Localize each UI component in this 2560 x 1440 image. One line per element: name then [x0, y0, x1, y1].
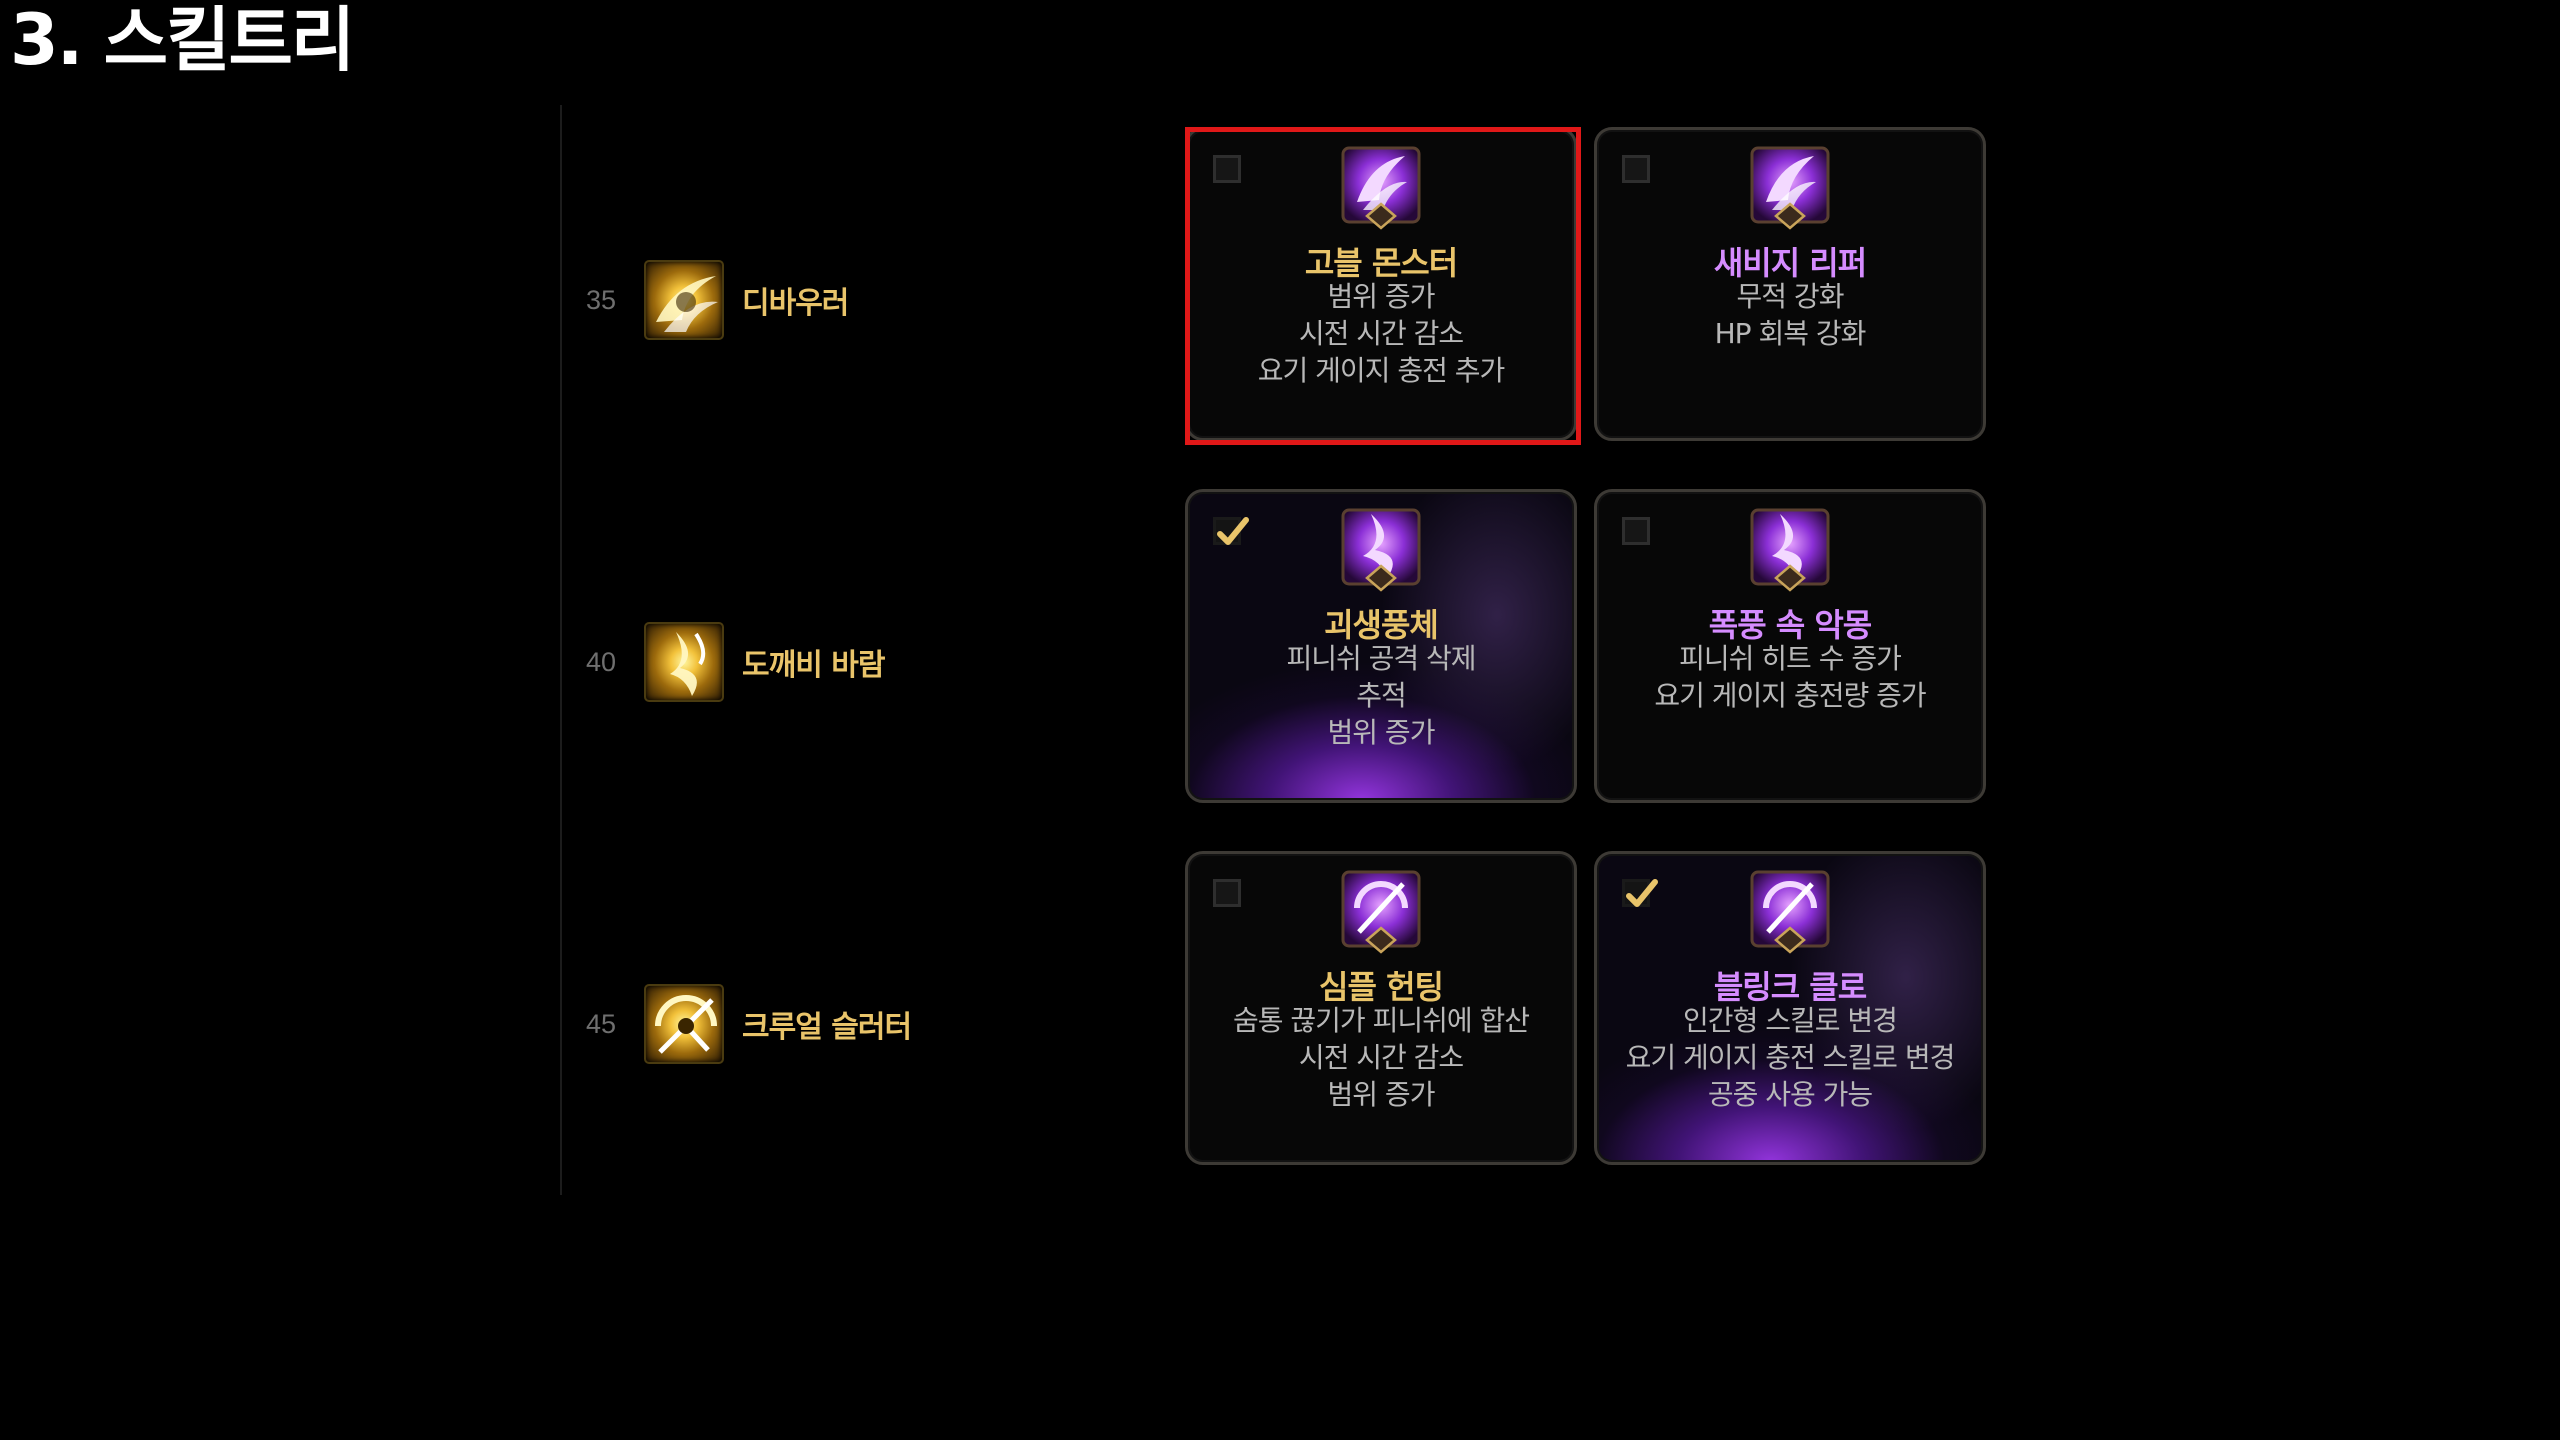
tripod-desc-line: 범위 증가: [1327, 280, 1436, 313]
tripod-description: 피니쉬 공격 삭제추적범위 증가: [1188, 640, 1574, 751]
tripod-icon: [1750, 870, 1830, 954]
tripod-checkbox[interactable]: [1622, 517, 1650, 545]
tripod-icon: [1750, 508, 1830, 592]
tripod-checkbox[interactable]: [1213, 517, 1249, 545]
tripod-desc-line: 시전 시간 감소: [1298, 1041, 1464, 1074]
tripod-checkbox[interactable]: [1213, 879, 1241, 907]
skill-name[interactable]: 디바우러: [742, 278, 849, 322]
tripod-desc-line: 요기 게이지 충전 추가: [1257, 354, 1506, 387]
tripod-desc-line: 공중 사용 가능: [1707, 1078, 1873, 1111]
skill-level: 35: [586, 284, 617, 315]
skill-row: 45 크루얼 슬러터: [586, 982, 912, 1066]
tripod-description: 피니쉬 히트 수 증가요기 게이지 충전량 증가: [1597, 640, 1983, 714]
page-title: 3. 스킬트리: [10, 0, 355, 81]
skill-row: 40 도깨비 바람: [586, 620, 885, 704]
skill-name[interactable]: 도깨비 바람: [742, 640, 885, 684]
tripod-description: 범위 증가시전 시간 감소요기 게이지 충전 추가: [1188, 278, 1574, 389]
tripod-desc-line: 추적: [1356, 679, 1407, 712]
tripod-checkbox[interactable]: [1213, 155, 1241, 183]
tripod-desc-line: 피니쉬 공격 삭제: [1286, 642, 1476, 675]
tripod-desc-line: HP 회복 강화: [1714, 317, 1867, 350]
tripod-desc-line: 범위 증가: [1327, 1078, 1436, 1111]
goblin-wind-skill-icon[interactable]: [644, 622, 724, 702]
tripod-desc-line: 피니쉬 히트 수 증가: [1679, 642, 1902, 675]
tripod-icon: [1341, 508, 1421, 592]
tripod-desc-line: 범위 증가: [1327, 716, 1436, 749]
tripod-desc-line: 요기 게이지 충전량 증가: [1654, 679, 1926, 712]
skill-name[interactable]: 크루얼 슬러터: [742, 1002, 912, 1046]
tripod-desc-line: 인간형 스킬로 변경: [1683, 1004, 1898, 1037]
tripod-card-2-1[interactable]: 괴생풍체 피니쉬 공격 삭제 추적 범위 증가: [1185, 489, 1577, 803]
tripod-card-2-2[interactable]: 폭풍 속 악몽 피니쉬 히트 수 증가 요기 게이지 충전량 증가: [1594, 489, 1986, 803]
tripod-card-1-2[interactable]: 새비지 리퍼 무적 강화 HP 회복 강화: [1594, 127, 1986, 441]
tripod-desc-line: 시전 시간 감소: [1298, 317, 1464, 350]
skill-level: 40: [586, 646, 617, 677]
tripod-desc-line: 숨통 끊기가 피니쉬에 합산: [1232, 1004, 1530, 1037]
tripod-description: 숨통 끊기가 피니쉬에 합산시전 시간 감소범위 증가: [1188, 1002, 1574, 1113]
tripod-card-1-1[interactable]: 고블 몬스터 범위 증가 시전 시간 감소 요기 게이지 충전 추가: [1185, 127, 1577, 441]
tripod-icon: [1341, 870, 1421, 954]
tripod-desc-line: 요기 게이지 충전 스킬로 변경: [1625, 1041, 1956, 1074]
tripod-checkbox[interactable]: [1622, 155, 1650, 183]
devourer-skill-icon[interactable]: [644, 260, 724, 340]
skill-level: 45: [586, 1008, 617, 1039]
tripod-icon: [1750, 146, 1830, 230]
tripod-checkbox[interactable]: [1622, 879, 1658, 907]
tripod-icon: [1341, 146, 1421, 230]
cruel-slaughter-skill-icon[interactable]: [644, 984, 724, 1064]
tripod-card-3-1[interactable]: 심플 헌팅 숨통 끊기가 피니쉬에 합산 시전 시간 감소 범위 증가: [1185, 851, 1577, 1165]
tripod-desc-line: 무적 강화: [1736, 280, 1845, 313]
tripod-description: 인간형 스킬로 변경요기 게이지 충전 스킬로 변경공중 사용 가능: [1597, 1002, 1983, 1113]
skill-row: 35 디바우러: [586, 258, 849, 342]
divider: [560, 105, 562, 1195]
tripod-description: 무적 강화 HP 회복 강화: [1597, 278, 1983, 352]
tripod-card-3-2[interactable]: 블링크 클로 인간형 스킬로 변경 요기 게이지 충전 스킬로 변경 공중 사용 가능: [1594, 851, 1986, 1165]
